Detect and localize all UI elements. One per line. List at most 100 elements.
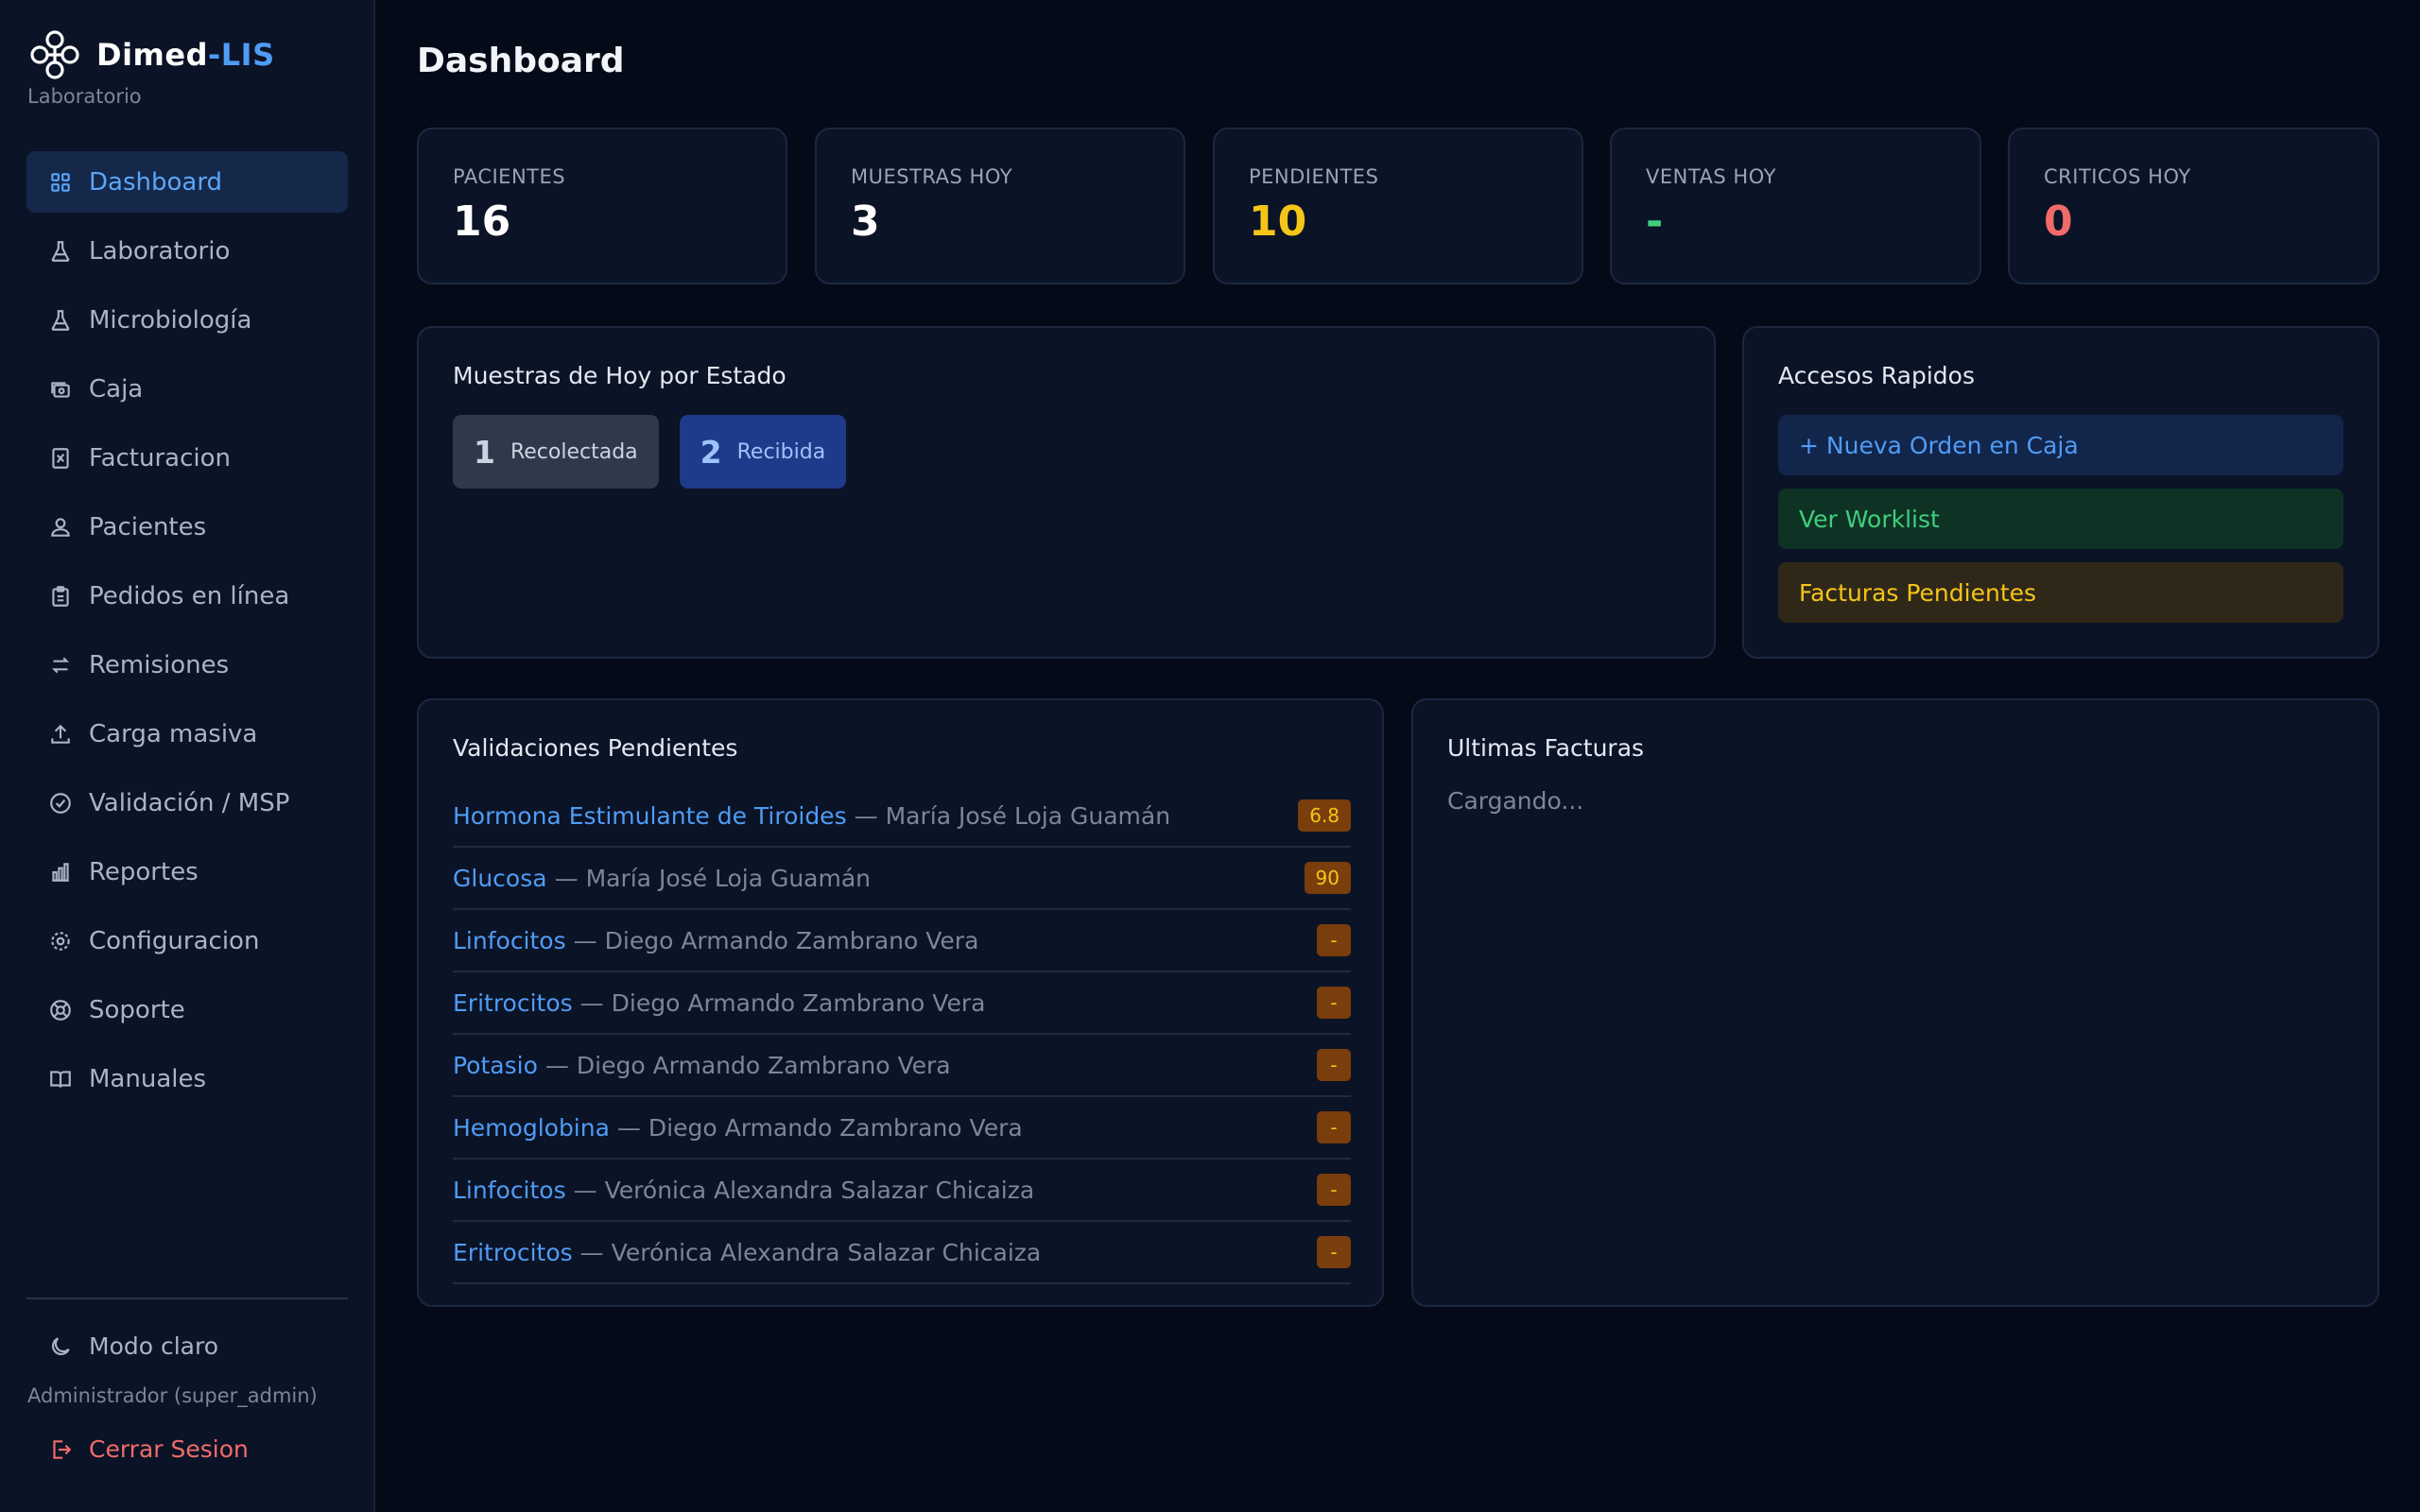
theme-toggle-label: Modo claro <box>89 1332 219 1360</box>
sidebar-item-label: Pedidos en línea <box>89 581 290 610</box>
state-label: Recolectada <box>510 439 638 464</box>
check-circle-icon <box>47 790 74 816</box>
card-title: Validaciones Pendientes <box>453 734 738 762</box>
separator: — <box>854 801 878 830</box>
validation-row: Linfocitos — Verónica Alexandra Salazar … <box>453 1160 1351 1222</box>
stat-label: MUESTRAS HOY <box>851 165 1013 188</box>
validation-row: Hemoglobina — Diego Armando Zambrano Ver… <box>453 1097 1351 1160</box>
sidebar-item-label: Configuracion <box>89 926 260 955</box>
sidebar-item-label: Carga masiva <box>89 719 258 748</box>
validation-patient: Diego Armando Zambrano Vera <box>576 1051 951 1079</box>
grid-icon <box>47 169 74 196</box>
value-badge: 90 <box>1304 862 1351 894</box>
validation-patient: Diego Armando Zambrano Vera <box>604 926 979 954</box>
validation-test-link[interactable]: Potasio <box>453 1052 538 1079</box>
sidebar-item-dashboard[interactable]: Dashboard <box>26 151 348 213</box>
validation-patient: Verónica Alexandra Salazar Chicaiza <box>611 1238 1042 1266</box>
sidebar-divider <box>26 1297 348 1299</box>
theme-toggle-button[interactable]: Modo claro <box>47 1332 218 1360</box>
stat-label: VENTAS HOY <box>1646 165 1776 188</box>
sidebar-item-caja[interactable]: Caja <box>26 358 348 420</box>
validation-patient: Verónica Alexandra Salazar Chicaiza <box>604 1176 1035 1204</box>
pending-validations-card: Validaciones Pendientes Hormona Estimula… <box>417 698 1384 1307</box>
clipboard-icon <box>47 583 74 610</box>
sidebar-item-label: Soporte <box>89 995 185 1024</box>
receipt-icon <box>47 445 74 472</box>
sidebar-item-laboratorio[interactable]: Laboratorio <box>26 220 348 282</box>
sidebar-item-pedidos[interactable]: Pedidos en línea <box>26 565 348 627</box>
support-icon <box>47 997 74 1023</box>
value-badge: - <box>1317 1049 1351 1081</box>
value-badge: - <box>1317 1174 1351 1206</box>
separator: — <box>579 988 604 1017</box>
separator: — <box>573 926 597 954</box>
sidebar-item-microbiologia[interactable]: Microbiología <box>26 289 348 351</box>
sidebar-item-manuales[interactable]: Manuales <box>26 1048 348 1109</box>
sidebar-item-reportes[interactable]: Reportes <box>26 841 348 902</box>
sidebar-item-label: Microbiología <box>89 305 252 335</box>
state-label: Recibida <box>736 439 826 464</box>
logout-icon <box>47 1436 74 1463</box>
state-count: 1 <box>474 433 495 471</box>
validation-patient: María José Loja Guamán <box>885 801 1171 830</box>
brand-subtitle: Laboratorio <box>27 85 142 108</box>
separator: — <box>579 1238 604 1266</box>
pending-invoices-button[interactable]: Facturas Pendientes <box>1778 562 2343 623</box>
gear-icon <box>47 928 74 954</box>
validation-test-link[interactable]: Eritrocitos <box>453 989 573 1017</box>
stat-label: PENDIENTES <box>1249 165 1379 188</box>
sidebar-item-label: Facturacion <box>89 443 231 472</box>
validation-test-link[interactable]: Hemoglobina <box>453 1114 610 1142</box>
logout-button[interactable]: Cerrar Sesion <box>47 1435 249 1463</box>
flask-icon <box>47 238 74 265</box>
stat-value: 3 <box>851 198 880 246</box>
separator: — <box>554 864 579 892</box>
validation-row: Hormona Estimulante de Tiroides — María … <box>453 785 1351 848</box>
validation-patient: María José Loja Guamán <box>585 864 872 892</box>
new-order-button[interactable]: + Nueva Orden en Caja <box>1778 415 2343 475</box>
sidebar-item-soporte[interactable]: Soporte <box>26 979 348 1040</box>
value-badge: - <box>1317 924 1351 956</box>
validation-list: Hormona Estimulante de Tiroides — María … <box>453 785 1351 1284</box>
validation-test-link[interactable]: Linfocitos <box>453 1177 566 1204</box>
validation-test-link[interactable]: Glucosa <box>453 865 547 892</box>
value-badge: - <box>1317 1111 1351 1143</box>
sidebar: Dimed-LIS Laboratorio Dashboard Laborato… <box>0 0 375 1512</box>
sidebar-nav: Dashboard Laboratorio Microbiología Caja <box>26 151 348 1117</box>
state-chip-recibida[interactable]: 2 Recibida <box>679 415 847 489</box>
sidebar-item-label: Dashboard <box>89 167 223 197</box>
separator: — <box>616 1113 641 1142</box>
loading-text: Cargando... <box>1447 787 1584 815</box>
separator: — <box>544 1051 569 1079</box>
sidebar-item-pacientes[interactable]: Pacientes <box>26 496 348 558</box>
worklist-button[interactable]: Ver Worklist <box>1778 489 2343 549</box>
validation-patient: Diego Armando Zambrano Vera <box>611 988 986 1017</box>
sidebar-item-remisiones[interactable]: Remisiones <box>26 634 348 696</box>
validation-test-link[interactable]: Hormona Estimulante de Tiroides <box>453 802 847 830</box>
card-title: Muestras de Hoy por Estado <box>453 362 786 389</box>
sidebar-item-facturacion[interactable]: Facturacion <box>26 427 348 489</box>
bar-chart-icon <box>47 859 74 885</box>
sidebar-item-label: Pacientes <box>89 512 207 541</box>
stat-card-criticos: CRITICOS HOY 0 <box>2008 128 2379 284</box>
quick-access-card: Accesos Rapidos + Nueva Orden en Caja Ve… <box>1742 326 2379 659</box>
stat-value: 10 <box>1249 198 1307 246</box>
sidebar-item-configuracion[interactable]: Configuracion <box>26 910 348 971</box>
sidebar-item-label: Validación / MSP <box>89 788 290 817</box>
stat-card-pacientes: PACIENTES 16 <box>417 128 787 284</box>
flask-icon <box>47 307 74 334</box>
sidebar-item-label: Reportes <box>89 857 199 886</box>
sidebar-item-carga-masiva[interactable]: Carga masiva <box>26 703 348 765</box>
transfer-icon <box>47 652 74 679</box>
last-invoices-card: Ultimas Facturas Cargando... <box>1411 698 2379 1307</box>
sidebar-item-validacion[interactable]: Validación / MSP <box>26 772 348 833</box>
stat-value: 0 <box>2044 198 2073 246</box>
stat-label: CRITICOS HOY <box>2044 165 2191 188</box>
stat-value: - <box>1646 198 1664 246</box>
validation-test-link[interactable]: Eritrocitos <box>453 1239 573 1266</box>
validation-test-link[interactable]: Linfocitos <box>453 927 566 954</box>
brand[interactable]: Dimed-LIS <box>26 28 275 81</box>
stat-card-pendientes: PENDIENTES 10 <box>1213 128 1583 284</box>
state-count: 2 <box>700 433 722 471</box>
state-chip-recolectada[interactable]: 1 Recolectada <box>453 415 659 489</box>
